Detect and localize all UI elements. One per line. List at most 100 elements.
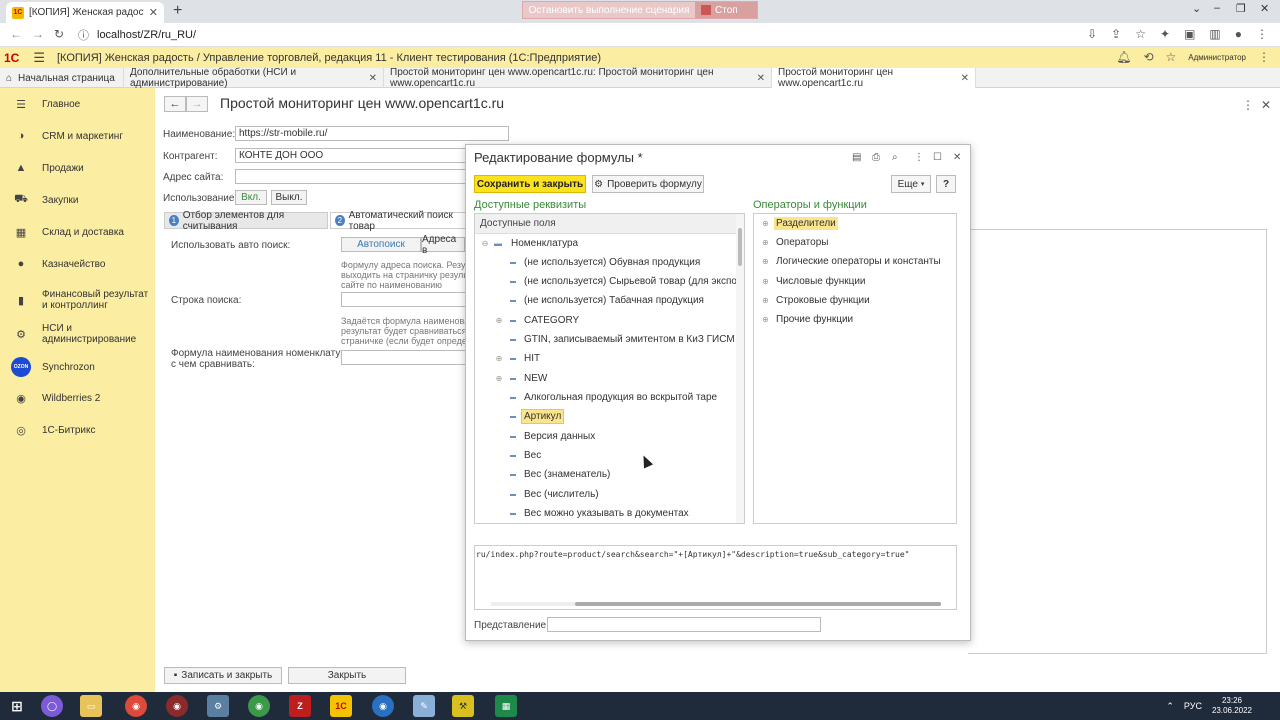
window-close-icon[interactable]: ✕ xyxy=(1260,2,1269,15)
sidebar-item-sales[interactable]: ▲ Продажи xyxy=(0,161,155,175)
more-button[interactable]: Еще ▾ xyxy=(891,175,931,193)
tab-filter-elements[interactable]: 1 Отбор элементов для считывания xyxy=(164,210,328,232)
dialog-close-icon[interactable]: ✕ xyxy=(953,152,961,163)
expand-icon[interactable]: ⊕ xyxy=(495,374,503,383)
expand-icon[interactable]: ⊕ xyxy=(762,315,769,324)
kebab-icon[interactable]: ⋮ xyxy=(1256,27,1268,41)
sidebar-item-crm[interactable]: ◑ CRM и маркетинг xyxy=(0,129,155,143)
expand-icon[interactable]: ⊕ xyxy=(762,219,769,228)
share-icon[interactable]: ⇪ xyxy=(1111,27,1121,41)
form-close-icon[interactable]: ✕ xyxy=(1261,98,1271,112)
scrollbar-thumb[interactable] xyxy=(575,602,941,606)
chrome-blue-icon[interactable]: ◉ xyxy=(372,695,394,717)
on-button[interactable]: Вкл. xyxy=(235,190,267,205)
close-icon[interactable]: ✕ xyxy=(757,73,765,84)
extension-icon[interactable]: ✦ xyxy=(1160,27,1170,41)
forward-arrow-icon[interactable]: → xyxy=(186,96,208,112)
history-icon[interactable]: ⟲ xyxy=(1143,50,1153,64)
site-field[interactable] xyxy=(235,169,467,184)
name-formula-field[interactable] xyxy=(341,350,467,365)
tree-row[interactable]: (не используется) Обувная продукция xyxy=(475,253,738,272)
install-icon[interactable]: ⇩ xyxy=(1087,27,1097,41)
puzzle-icon[interactable]: ▣ xyxy=(1184,27,1195,41)
preview-icon[interactable]: ⌕ xyxy=(892,152,898,163)
user-name[interactable]: Администратор xyxy=(1188,53,1246,62)
1c-app-icon[interactable]: 1С xyxy=(330,695,352,717)
restore-icon[interactable]: ❐ xyxy=(1236,2,1246,15)
hamburger-icon[interactable]: ☰ xyxy=(33,50,45,66)
folder-icon[interactable]: ▭ xyxy=(80,695,102,717)
sidebar-item-synchrozon[interactable]: OZON Synchrozon xyxy=(0,357,155,377)
save-icon[interactable]: ▤ xyxy=(852,152,861,163)
tray-arrow-icon[interactable]: ⌃ xyxy=(1166,701,1174,712)
tree-row[interactable]: Алкогольная продукция во вскрытой таре xyxy=(475,388,738,407)
back-icon[interactable]: ← xyxy=(10,27,22,41)
tree-row[interactable]: Вес xyxy=(475,446,738,465)
notepad-icon[interactable]: ✎ xyxy=(413,695,435,717)
sidebar-item-treasury[interactable]: ● Казначейство xyxy=(0,257,155,271)
app-menu-icon[interactable]: ⋮ xyxy=(1258,50,1270,64)
windows-start-icon[interactable]: ⊞ xyxy=(6,695,28,717)
sidebar-item-wildberries[interactable]: ◉ Wildberries 2 xyxy=(0,391,155,405)
tree-row[interactable]: Вес (знаменатель) xyxy=(475,465,738,484)
save-close-button[interactable]: ▪ Записать и закрыть xyxy=(164,667,282,684)
tree-row[interactable]: ⊕ NEW xyxy=(475,369,738,388)
tools-icon[interactable]: ⚒ xyxy=(452,695,474,717)
tab-monitoring-list[interactable]: Простой мониторинг цен www.opencart1c.ru… xyxy=(384,67,772,89)
star-icon[interactable]: ☆ xyxy=(1135,27,1146,41)
ops-row[interactable]: ⊕ Прочие функции xyxy=(754,310,956,329)
chrome-dev-icon[interactable]: ◉ xyxy=(166,695,188,717)
tree-row[interactable]: Вес (числитель) xyxy=(475,485,738,504)
network-icon[interactable]: ⚙ xyxy=(207,695,229,717)
tree-row[interactable]: Версия данных xyxy=(475,427,738,446)
expand-icon[interactable]: ⊕ xyxy=(762,277,769,286)
ops-row[interactable]: ⊕ Строковые функции xyxy=(754,291,956,310)
ops-row[interactable]: ⊕ Числовые функции xyxy=(754,272,956,291)
ops-row[interactable]: ⊕ Логические операторы и константы xyxy=(754,252,956,271)
off-button[interactable]: Выкл. xyxy=(271,190,307,205)
app-circle-icon[interactable]: ◯ xyxy=(41,695,63,717)
filezilla-icon[interactable]: Z xyxy=(289,695,311,717)
expand-icon[interactable]: ⊕ xyxy=(495,316,503,325)
sidebar-item-finance[interactable]: ▮ Финансовый результат и контроллинг xyxy=(0,287,155,313)
stop-button[interactable]: Стоп xyxy=(695,2,757,18)
maximize-icon[interactable]: ☐ xyxy=(933,152,942,163)
search-string-field[interactable] xyxy=(341,292,467,307)
sidebar-item-bitrix[interactable]: ◎ 1С-Битрикс xyxy=(0,423,155,437)
check-formula-button[interactable]: ⚙ Проверить формулу xyxy=(592,175,704,193)
new-tab-icon[interactable]: + xyxy=(173,2,182,20)
print-icon[interactable]: ⎙ xyxy=(872,152,880,163)
dialog-menu-icon[interactable]: ⋮ xyxy=(914,152,924,163)
back-arrow-icon[interactable]: ← xyxy=(164,96,186,112)
help-button[interactable]: ? xyxy=(936,175,956,193)
expand-icon[interactable]: ⊕ xyxy=(495,354,503,363)
tree-row[interactable]: ⊕ HIT xyxy=(475,349,738,368)
tree-row[interactable]: ⊖ ▬ Номенклатура xyxy=(475,234,738,253)
tree-row[interactable]: GTIN, записываемый эмитентом в КиЗ ГИСМ xyxy=(475,330,738,349)
tree-row[interactable]: (не используется) Табачная продукция xyxy=(475,291,738,310)
reload-icon[interactable]: ↻ xyxy=(54,27,64,41)
ops-row-selected[interactable]: ⊕ Разделители xyxy=(754,214,956,233)
close-icon[interactable]: ✕ xyxy=(149,6,158,19)
chrome-alt-icon[interactable]: ◉ xyxy=(248,695,270,717)
form-menu-icon[interactable]: ⋮ xyxy=(1242,98,1254,112)
clock[interactable]: 23:26 23.06.2022 xyxy=(1212,696,1252,716)
language-indicator[interactable]: РУС xyxy=(1184,701,1202,711)
browser-tab[interactable]: 1С [КОПИЯ] Женская радость / Упр ✕ xyxy=(6,2,164,23)
sidepanel-icon[interactable]: ▥ xyxy=(1209,27,1220,41)
minimize-icon[interactable]: – xyxy=(1214,2,1220,14)
favorites-icon[interactable]: ☆ xyxy=(1166,50,1177,64)
tree-row[interactable]: Вес можно указывать в документах xyxy=(475,504,738,523)
collapse-icon[interactable]: ⊖ xyxy=(481,239,489,248)
tab-auto-search[interactable]: 2 Автоматический поиск товар xyxy=(330,210,470,232)
chevron-down-icon[interactable]: ⌄ xyxy=(1192,2,1201,15)
sidebar-item-purchases[interactable]: ⛟ Закупки xyxy=(0,193,155,207)
spreadsheet-icon[interactable]: ▦ xyxy=(495,695,517,717)
horizontal-scrollbar[interactable] xyxy=(491,602,941,606)
tree-row[interactable]: (не используется) Сырьевой товар (для эк… xyxy=(475,272,744,291)
ops-row[interactable]: ⊕ Операторы xyxy=(754,233,956,252)
sidebar-item-warehouse[interactable]: ▦ Склад и доставка xyxy=(0,225,155,239)
save-and-close-button[interactable]: Сохранить и закрыть xyxy=(474,175,586,193)
expand-icon[interactable]: ⊕ xyxy=(762,238,769,247)
tree-row-selected[interactable]: Артикул xyxy=(475,407,738,426)
